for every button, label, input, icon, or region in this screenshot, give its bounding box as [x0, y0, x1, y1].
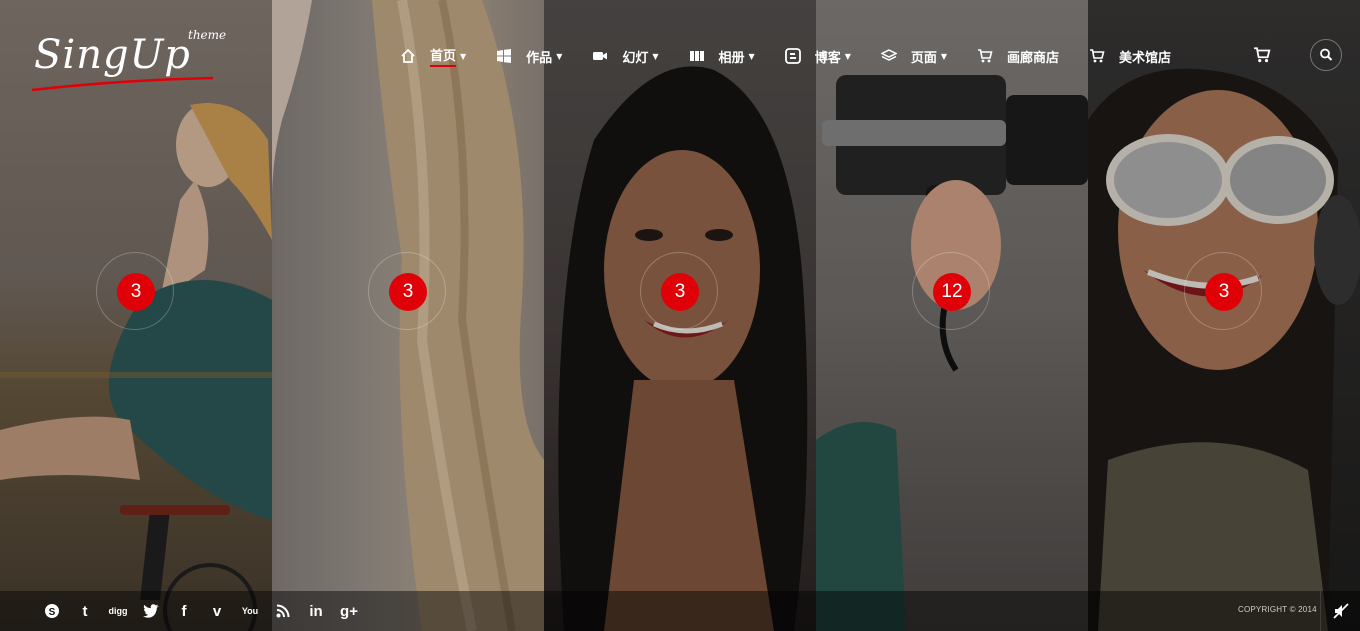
rss-icon[interactable]	[273, 601, 293, 621]
nav-item-home[interactable]: 首页 ▼	[400, 40, 466, 72]
home-icon	[401, 48, 415, 63]
nav-item-slides[interactable]: 幻灯 ▼	[592, 40, 659, 72]
cart-icon	[978, 49, 993, 63]
gallery-panel-4[interactable]: 12	[816, 0, 1088, 631]
chevron-down-icon: ▼	[844, 51, 851, 61]
google-plus-icon[interactable]: g+	[339, 601, 359, 621]
count-ring[interactable]: 12	[912, 252, 990, 330]
logo-swoosh-icon	[31, 76, 214, 92]
count-ring[interactable]: 3	[1184, 252, 1262, 330]
cart-icon[interactable]	[1253, 46, 1271, 64]
footer-bar: S t digg f v You in g+ COPYRIGHT © 2014	[0, 591, 1360, 631]
search-icon	[1320, 48, 1333, 61]
mute-button[interactable]	[1320, 591, 1360, 631]
nav-label: 页面	[910, 50, 937, 66]
blogger-icon	[784, 48, 801, 64]
gallery-panel-3[interactable]: 3	[544, 0, 816, 631]
skype-icon[interactable]: S	[42, 601, 62, 621]
vimeo-icon[interactable]: v	[207, 601, 227, 621]
count-ring[interactable]: 3	[640, 252, 718, 330]
nav-label: 幻灯	[622, 50, 649, 66]
twitter-icon[interactable]	[141, 601, 161, 621]
gallery-panel-2[interactable]: 3	[272, 0, 544, 631]
site-logo[interactable]: SingUp theme	[30, 28, 227, 98]
nav-label: 美术馆店	[1119, 50, 1172, 66]
chevron-down-icon: ▼	[652, 51, 659, 61]
youtube-icon[interactable]: You	[240, 601, 260, 621]
facebook-icon[interactable]: f	[174, 601, 194, 621]
nav-label: 博客	[814, 50, 841, 66]
count-ring[interactable]: 3	[96, 252, 174, 330]
main-nav: 首页 ▼ 作品 ▼ 幻灯 ▼ 相册 ▼ 博客 ▼ 页面 ▼ 画廊商店 美术馆店	[400, 40, 1201, 72]
chevron-down-icon: ▼	[460, 51, 467, 61]
nav-item-works[interactable]: 作品 ▼	[496, 40, 562, 72]
mute-icon	[1333, 603, 1349, 619]
item-count-badge[interactable]: 3	[661, 273, 699, 311]
nav-item-gallery-shop[interactable]: 画廊商店	[977, 40, 1059, 72]
nav-label: 作品	[526, 50, 553, 66]
gallery-icon	[689, 51, 704, 61]
chevron-down-icon: ▼	[748, 51, 755, 61]
layers-icon	[880, 49, 897, 61]
nav-item-albums[interactable]: 相册 ▼	[689, 40, 755, 72]
cart-icon	[1090, 49, 1105, 63]
nav-item-art-shop[interactable]: 美术馆店	[1089, 40, 1171, 72]
item-count-badge[interactable]: 3	[1205, 273, 1243, 311]
nav-label: 首页	[430, 45, 457, 67]
tumblr-icon[interactable]: t	[75, 601, 95, 621]
search-button[interactable]	[1310, 39, 1342, 71]
windows-icon	[497, 49, 512, 63]
chevron-down-icon: ▼	[940, 51, 948, 61]
chevron-down-icon: ▼	[556, 51, 563, 61]
nav-item-pages[interactable]: 页面 ▼	[880, 40, 948, 72]
item-count-badge[interactable]: 12	[933, 273, 971, 311]
svg-text:S: S	[49, 607, 56, 618]
logo-name: SingUp	[34, 32, 191, 78]
gallery-panel-5[interactable]: 3	[1088, 0, 1360, 631]
count-ring[interactable]: 3	[368, 252, 446, 330]
digg-icon[interactable]: digg	[108, 601, 128, 621]
nav-label: 相册	[718, 50, 745, 66]
item-count-badge[interactable]: 3	[117, 273, 155, 311]
nav-item-blog[interactable]: 博客 ▼	[784, 40, 851, 72]
logo-tag: theme	[188, 28, 227, 42]
social-links: S t digg f v You in g+	[42, 599, 372, 623]
copyright-text: COPYRIGHT © 2014	[1238, 605, 1317, 614]
item-count-badge[interactable]: 3	[389, 273, 427, 311]
video-camera-icon	[593, 52, 608, 60]
linkedin-icon[interactable]: in	[306, 601, 326, 621]
nav-label: 画廊商店	[1007, 50, 1060, 66]
